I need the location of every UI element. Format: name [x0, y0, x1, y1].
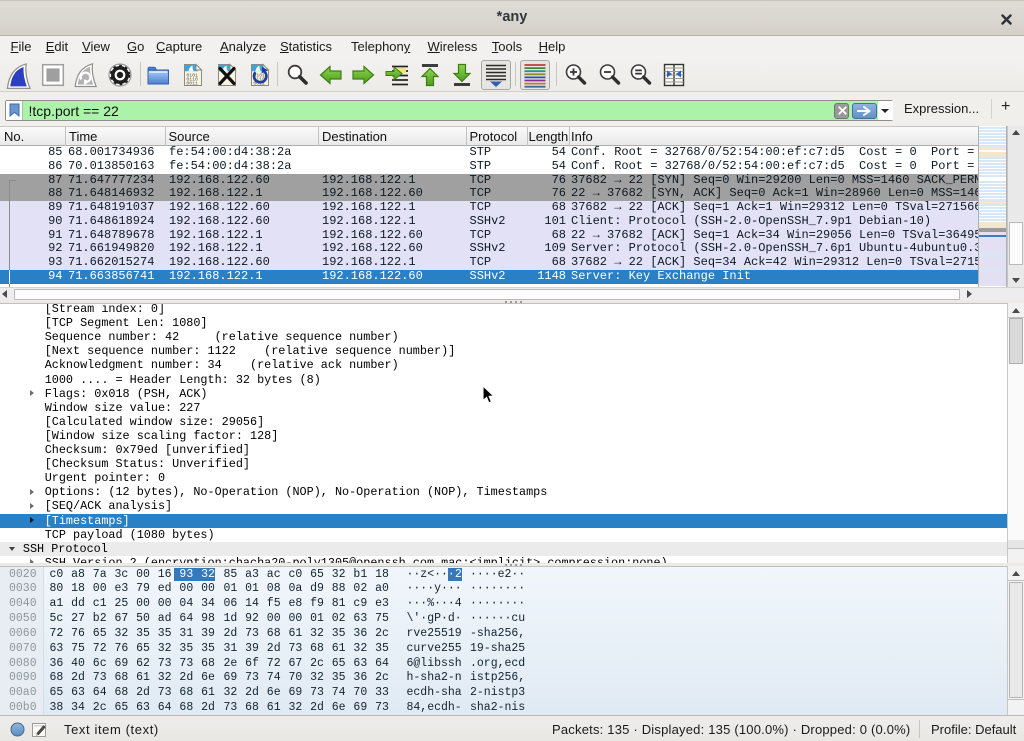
svg-text:0011: 0011 [186, 81, 198, 87]
